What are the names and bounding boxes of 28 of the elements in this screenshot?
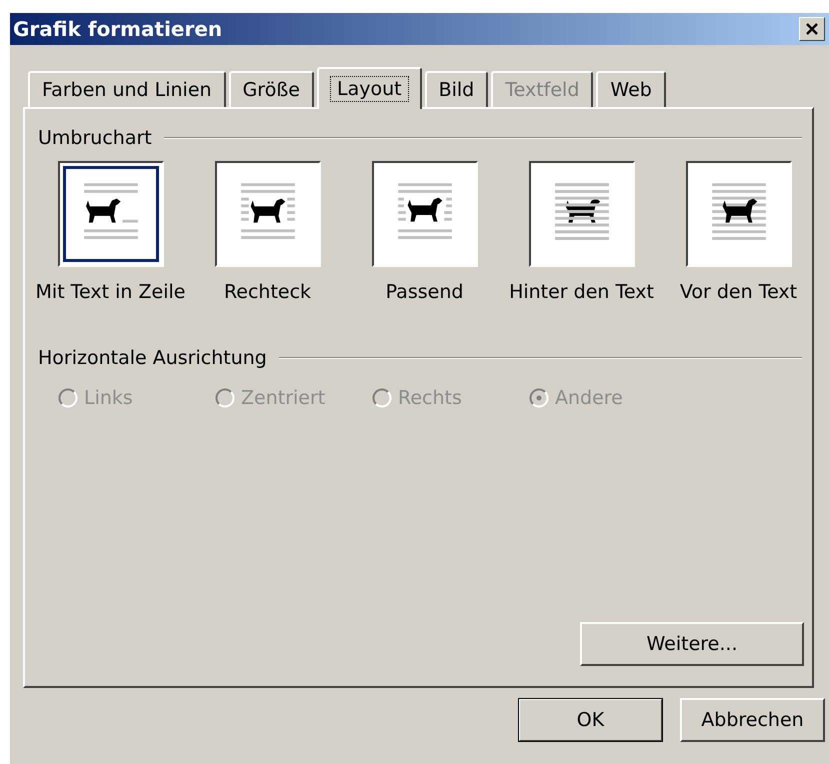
- wrap-style-option[interactable]: [372, 161, 478, 267]
- group-heading: Umbruchart: [38, 127, 152, 149]
- wrap-style-option[interactable]: [686, 161, 792, 267]
- tab[interactable]: Layout: [316, 67, 422, 109]
- dialog-button[interactable]: Abbrechen: [680, 698, 825, 742]
- tab[interactable]: Farben und Linien: [28, 71, 226, 107]
- option-label: Hinter den Text: [509, 281, 654, 303]
- option-label: Mit Text in Zeile: [36, 281, 186, 303]
- wrap-style-option[interactable]: [58, 161, 164, 267]
- wrap-style-icon: [62, 166, 158, 262]
- radio-icon: [529, 388, 549, 408]
- option-label: Rechteck: [224, 281, 312, 303]
- radio-icon: [372, 388, 392, 408]
- close-icon: [804, 22, 820, 36]
- dialog-button[interactable]: OK: [518, 698, 663, 742]
- option-label: Passend: [386, 281, 464, 303]
- window-title: Grafik formatieren: [13, 17, 222, 41]
- tab[interactable]: Bild: [424, 71, 488, 107]
- group-heading: Horizontale Ausrichtung: [38, 347, 267, 369]
- close-button[interactable]: [799, 17, 825, 41]
- wrap-style-option[interactable]: [528, 161, 634, 267]
- radio-icon: [215, 388, 235, 408]
- more-button[interactable]: Weitere...: [580, 622, 804, 666]
- wrap-style-option[interactable]: [214, 161, 320, 267]
- tab[interactable]: Web: [596, 71, 666, 107]
- tab[interactable]: Größe: [228, 71, 314, 107]
- option-label: Vor den Text: [680, 281, 798, 303]
- radio-icon: [58, 388, 78, 408]
